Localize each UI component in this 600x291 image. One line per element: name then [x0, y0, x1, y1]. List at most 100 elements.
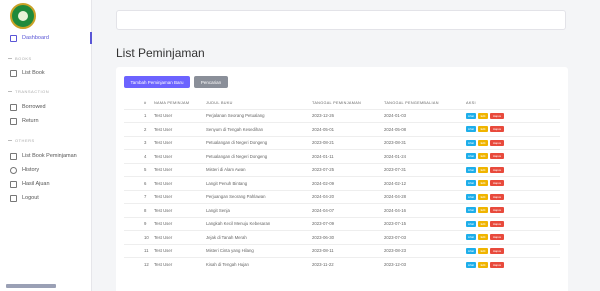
delete-button[interactable]: Hapus [490, 247, 504, 254]
row-borrower: Test User [154, 203, 206, 217]
row-borrow-date: 2024-05-01 [312, 122, 384, 136]
edit-button[interactable]: Edit [478, 261, 488, 268]
delete-button[interactable]: Hapus [490, 193, 504, 200]
row-borrow-date: 2023-08-11 [312, 243, 384, 258]
delete-button[interactable]: Hapus [490, 220, 504, 227]
row-number: 4 [124, 149, 154, 163]
edit-button[interactable]: Edit [478, 180, 488, 187]
row-actions: Lihat Edit Hapus [466, 230, 560, 244]
table-row: 4 Test User Petualangan di Negeri Dongeng 2… [124, 149, 560, 163]
row-actions: Lihat Edit Hapus [466, 257, 560, 271]
row-borrow-date: 2024-01-11 [312, 149, 384, 163]
search-button[interactable]: Pencarian [194, 76, 228, 88]
top-navbar [116, 10, 566, 30]
view-button[interactable]: Lihat [466, 220, 476, 227]
row-book-title: Langkah Kecil Menuju Kebesaran [206, 216, 312, 231]
sidebar-item-history[interactable]: History [10, 164, 39, 176]
sidebar-section-books: BOOKS [8, 56, 32, 61]
view-button[interactable]: Lihat [466, 166, 476, 173]
row-book-title: Misteri Cinta yang Hilang [206, 243, 312, 258]
row-actions: Lihat Edit Hapus [466, 108, 560, 123]
sidebar-item-hasil-ajuan[interactable]: Hasil Ajuan [10, 178, 50, 190]
edit-button[interactable]: Edit [478, 207, 488, 214]
row-return-date: 2024-01-03 [384, 108, 466, 123]
row-return-date: 2023-12-03 [384, 257, 466, 271]
delete-button[interactable]: Hapus [490, 153, 504, 160]
row-return-date: 2024-05-08 [384, 122, 466, 136]
table-row: 5 Test User Misteri di Alam Awan 2023-07-25… [124, 162, 560, 177]
row-borrower: Test User [154, 230, 206, 244]
view-button[interactable]: Lihat [466, 139, 476, 146]
row-book-title: Kisah di Tengah Hujan [206, 257, 312, 271]
book-icon [10, 69, 17, 77]
row-book-title: Perjalanan Seorang Petualang [206, 108, 312, 123]
delete-button[interactable]: Hapus [490, 112, 504, 119]
row-book-title: Senyum di Tengah Kesedihan [206, 122, 312, 136]
delete-button[interactable]: Hapus [490, 180, 504, 187]
sidebar-item-borrowed[interactable]: Borrowed [10, 101, 46, 113]
add-borrow-button[interactable]: Tambah Peminjaman Baru [124, 76, 190, 88]
view-button[interactable]: Lihat [466, 180, 476, 187]
row-actions: Lihat Edit Hapus [466, 135, 560, 150]
row-book-title: Petualangan di Negeri Dongeng [206, 135, 312, 150]
delete-button[interactable]: Hapus [490, 166, 504, 173]
row-return-date: 2023-08-23 [384, 243, 466, 258]
delete-button[interactable]: Hapus [490, 234, 504, 241]
sidebar-section-transaction: TRANSACTION [8, 89, 49, 94]
edit-button[interactable]: Edit [478, 247, 488, 254]
row-return-date: 2024-01-24 [384, 149, 466, 163]
row-book-title: Langit Senja [206, 203, 312, 217]
edit-button[interactable]: Edit [478, 166, 488, 173]
table-row: 12 Test User Kisah di Tengah Hujan 2023-11-… [124, 257, 560, 271]
row-book-title: Jejak di Tanah Merah [206, 230, 312, 244]
view-button[interactable]: Lihat [466, 193, 476, 200]
sidebar-item-label: Return [22, 118, 39, 124]
view-button[interactable]: Lihat [466, 126, 476, 133]
view-button[interactable]: Lihat [466, 261, 476, 268]
sidebar-item-list-book-peminjaman[interactable]: List Book Peminjaman [10, 150, 77, 162]
table-row: 7 Test User Perjuangan Seorang Pahlawan 202… [124, 189, 560, 204]
row-number: 2 [124, 122, 154, 136]
row-number: 6 [124, 176, 154, 190]
edit-button[interactable]: Edit [478, 112, 488, 119]
row-actions: Lihat Edit Hapus [466, 243, 560, 258]
sidebar-item-return[interactable]: Return [10, 115, 39, 127]
sidebar-item-logout[interactable]: Logout [10, 192, 39, 204]
row-return-date: 2023-07-15 [384, 216, 466, 231]
sidebar-item-dashboard[interactable]: Dashboard [10, 32, 49, 44]
view-button[interactable]: Lihat [466, 153, 476, 160]
delete-button[interactable]: Hapus [490, 207, 504, 214]
edit-button[interactable]: Edit [478, 234, 488, 241]
row-number: 9 [124, 216, 154, 231]
row-return-date: 2023-08-31 [384, 135, 466, 150]
table-row: 10 Test User Jejak di Tanah Merah 2023-06-3… [124, 230, 560, 244]
view-button[interactable]: Lihat [466, 247, 476, 254]
row-borrow-date: 2024-04-07 [312, 203, 384, 217]
view-button[interactable]: Lihat [466, 234, 476, 241]
edit-button[interactable]: Edit [478, 153, 488, 160]
table-row: 2 Test User Senyum di Tengah Kesedihan 2024… [124, 122, 560, 136]
table-row: 9 Test User Langkah Kecil Menuju Kebesaran… [124, 216, 560, 231]
table-row: 11 Test User Misteri Cinta yang Hilang 2023… [124, 243, 560, 258]
row-borrower: Test User [154, 108, 206, 123]
header-borrow-date: TANGGAL PEMINJAMAN [312, 100, 362, 105]
edit-button[interactable]: Edit [478, 193, 488, 200]
delete-button[interactable]: Hapus [490, 261, 504, 268]
delete-button[interactable]: Hapus [490, 126, 504, 133]
row-borrower: Test User [154, 243, 206, 258]
row-book-title: Langit Penuh Bintang [206, 176, 312, 190]
sidebar-item-label: Dashboard [22, 35, 49, 41]
edit-button[interactable]: Edit [478, 126, 488, 133]
edit-button[interactable]: Edit [478, 220, 488, 227]
edit-button[interactable]: Edit [478, 139, 488, 146]
delete-button[interactable]: Hapus [490, 139, 504, 146]
page-title: List Peminjaman [116, 46, 205, 60]
row-borrower: Test User [154, 189, 206, 204]
view-button[interactable]: Lihat [466, 112, 476, 119]
clock-icon [10, 166, 17, 174]
sidebar-item-list-book[interactable]: List Book [10, 67, 45, 79]
view-button[interactable]: Lihat [466, 207, 476, 214]
borrowed-icon [10, 103, 17, 111]
sidebar-item-label: Borrowed [22, 104, 46, 110]
row-number: 3 [124, 135, 154, 150]
